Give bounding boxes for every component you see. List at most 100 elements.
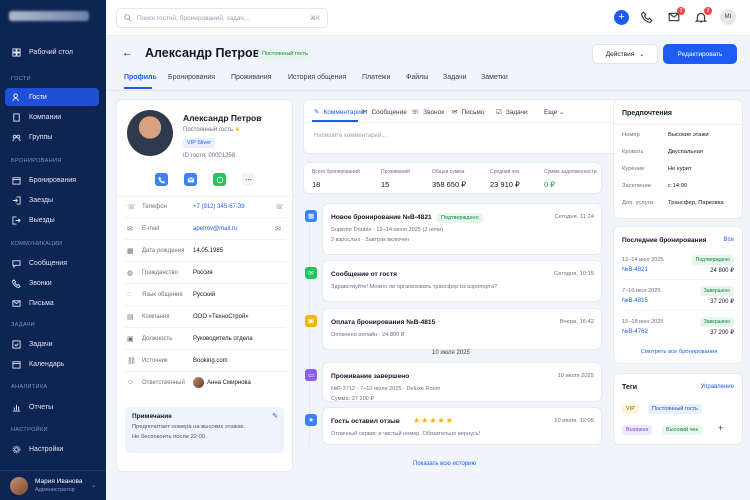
timeline-item[interactable]: ✉ Сообщение от гостя Сегодня, 10:15 Здравст… <box>305 260 602 302</box>
sidebar-item-label: Компании <box>29 113 62 121</box>
tag-chip[interactable]: VIP <box>622 404 639 414</box>
rating-stars: ★★★★★ <box>413 416 454 425</box>
sidebar-item-calendar[interactable]: Календарь <box>5 355 99 373</box>
tab-payments[interactable]: Платежи <box>362 74 390 81</box>
booking-id-link[interactable]: №B-4762 <box>622 329 648 335</box>
booking-id-link[interactable]: №B-4815 <box>622 298 648 304</box>
tab-files[interactable]: Файлы <box>406 74 428 81</box>
composer-tab-label: Комментарий <box>323 109 365 116</box>
manage-tags-link[interactable]: Управление <box>701 384 734 390</box>
chevron-down-icon[interactable]: ⌄ <box>91 482 96 489</box>
comment-icon: ✎ <box>314 109 320 116</box>
pref-value: Не курит <box>668 166 692 172</box>
section-label: ЗАДАЧИ <box>11 322 35 328</box>
calendar-icon: ▦ <box>127 248 134 255</box>
status-badge: Постоянный гость <box>254 49 316 59</box>
tab-tasks[interactable]: Задачи <box>443 74 467 81</box>
stats-card: Всего бронирований 18 Проживаний 15 Общая су… <box>303 162 602 194</box>
vip-badge: VIP Silver <box>183 138 216 148</box>
section-label: АНАЛИТИКА <box>11 384 48 390</box>
mail-button[interactable]: 3 <box>667 7 685 24</box>
back-arrow-icon[interactable]: ← <box>122 47 133 59</box>
composer-tab[interactable]: ✉ Сообщение <box>362 108 407 116</box>
sidebar-item-guests[interactable]: Гости <box>5 88 99 106</box>
crown-icon: ♛ <box>234 127 241 133</box>
tab-bookings[interactable]: Бронирования <box>168 74 215 81</box>
phone-icon[interactable]: ☏ <box>275 203 284 211</box>
chat-icon: ✉ <box>305 267 317 279</box>
sidebar-item-companies[interactable]: Компании <box>5 108 99 126</box>
mail-icon[interactable]: ✉ <box>275 225 281 233</box>
booking-id-link[interactable]: №B-4821 <box>622 267 648 273</box>
search-input[interactable]: Поиск гостей, бронирований, задач... ⌘K <box>116 8 328 28</box>
comment-input[interactable]: Напишите комментарий... <box>314 133 386 139</box>
tab-stays[interactable]: Проживания <box>231 74 271 81</box>
add-button[interactable]: + <box>614 10 629 25</box>
date-divider: 10 июля 2025 <box>426 350 476 356</box>
sidebar-item-messages[interactable]: Сообщения <box>5 254 99 272</box>
field-value[interactable]: +7 (912) 345-67-39 <box>193 204 245 210</box>
sidebar-item-tasks[interactable]: Задачи <box>5 335 99 353</box>
more-button[interactable]: ⋯ <box>242 173 255 186</box>
tags-title: Теги <box>622 384 638 391</box>
notifications-button[interactable]: 2 <box>694 7 712 24</box>
pref-label: Заселение <box>622 183 651 189</box>
sidebar-item-letters[interactable]: Письма <box>5 294 99 312</box>
composer-tab[interactable]: ☑ Задачи <box>496 108 528 116</box>
divider <box>125 327 286 328</box>
sidebar-item-label: Отчеты <box>29 403 54 411</box>
sidebar-item-calls[interactable]: Звонки <box>5 274 99 292</box>
stat-label: Общая сумма <box>432 169 465 175</box>
pencil-icon[interactable]: ✎ <box>272 412 278 420</box>
view-all-bookings-link[interactable]: Смотреть все бронирования <box>614 349 744 355</box>
sidebar-item-bookings[interactable]: Бронирования <box>5 171 99 189</box>
tag-chip[interactable]: Высокий чек <box>662 425 702 435</box>
sidebar-item-reports[interactable]: Отчеты <box>5 398 99 416</box>
tab-notes[interactable]: Заметки <box>481 74 508 81</box>
composer-more[interactable]: Еще ⌄ <box>544 108 565 116</box>
current-user[interactable]: Мария Иванова Администратор ⌄ <box>0 470 106 500</box>
divider <box>614 124 744 125</box>
booking-date: 12–14 июл 2025 <box>622 257 664 263</box>
timeline-item[interactable]: ▭ Проживание завершено 10 июля 2025 №P-3712… <box>305 362 602 402</box>
sidebar-item-desktop[interactable]: Рабочий стол <box>5 43 99 61</box>
composer-tab[interactable]: ✉ Письмо <box>452 108 484 116</box>
mail-badge: 3 <box>677 7 685 15</box>
sidebar-item-checkouts[interactable]: Выезды <box>5 211 99 229</box>
composer-tab[interactable]: ☏ Звонок <box>411 108 444 116</box>
mail-icon <box>187 176 194 182</box>
whatsapp-button[interactable] <box>213 173 226 186</box>
email-button[interactable] <box>184 173 197 186</box>
chart-icon <box>12 404 21 412</box>
divider <box>125 371 286 372</box>
timeline-item[interactable]: ▣ Оплата бронирования №B-4815 Вчера, 16:42… <box>305 308 602 350</box>
sidebar-item-label: Заезды <box>29 196 54 204</box>
phone-button[interactable] <box>640 10 654 24</box>
user-avatar[interactable]: MI <box>720 9 736 25</box>
guest-avatar <box>127 110 173 156</box>
tab-history[interactable]: История общения <box>288 74 346 81</box>
composer-tab[interactable]: ✎ Комментарий <box>314 108 364 116</box>
edit-button[interactable]: Редактировать <box>663 44 737 64</box>
tag-chip[interactable]: Business <box>622 425 653 435</box>
field-value[interactable]: apetrov@mail.ru <box>193 226 237 232</box>
sidebar-item-checkins[interactable]: Заезды <box>5 191 99 209</box>
timeline-item[interactable]: ★ Гость оставил отзыв ★★★★★ 10 июля, 12:05 О… <box>305 407 602 445</box>
all-bookings-link[interactable]: Все <box>724 237 734 243</box>
timeline-item[interactable]: ▦ Новое бронирование №B-4821 Подтверждено С… <box>305 203 602 255</box>
composer-tab-label: Звонок <box>423 109 445 116</box>
chevron-down-icon: ⌄ <box>639 51 645 58</box>
field-value: Анна Смирнова <box>207 380 251 386</box>
sidebar-item-settings[interactable]: Настройки <box>5 440 99 458</box>
actions-dropdown[interactable]: Действия ⌄ <box>592 44 658 64</box>
tab-profile[interactable]: Профиль <box>124 74 157 81</box>
tag-chip[interactable]: Постоянный гость <box>648 404 702 414</box>
phone-icon: ☏ <box>411 109 420 116</box>
add-tag-icon[interactable]: + <box>718 423 723 433</box>
composer-tab-label: Сообщение <box>371 109 407 116</box>
group-icon <box>12 134 21 141</box>
show-all-history-link[interactable]: Показать всю историю <box>413 461 476 467</box>
sidebar-item-groups[interactable]: Группы <box>5 128 99 146</box>
call-button[interactable] <box>155 173 168 186</box>
field-label: Дата рождения <box>142 248 185 254</box>
